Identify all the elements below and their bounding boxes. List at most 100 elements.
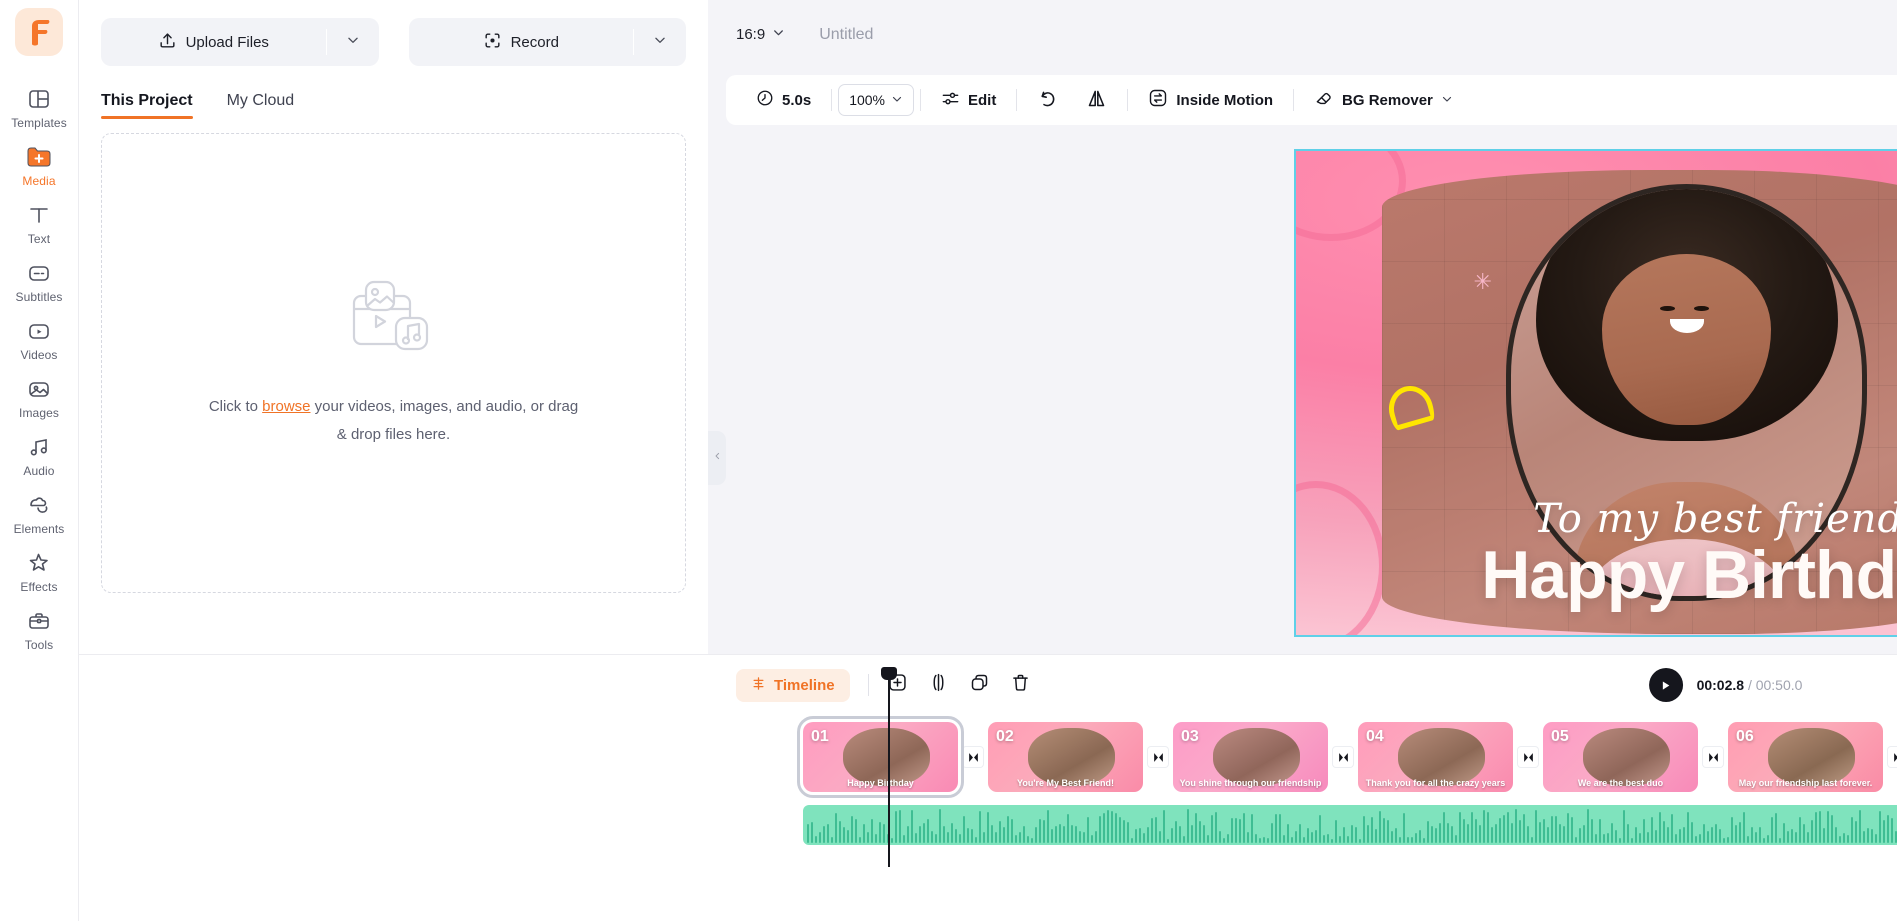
timeline-tool-buttons <box>887 672 1031 698</box>
sidebar-label: Effects <box>20 580 58 594</box>
video-icon <box>27 317 51 345</box>
zoom-value: 100% <box>849 92 886 108</box>
transition-marker[interactable] <box>1888 747 1897 767</box>
aspect-ratio-selector[interactable]: 16:9 <box>736 26 785 43</box>
record-main[interactable]: Record <box>409 18 634 66</box>
upload-files-main[interactable]: Upload Files <box>101 18 326 66</box>
preview-eye-left <box>1659 305 1675 311</box>
video-track: 01 Happy Birthday 02 You're My Best Friend!… <box>708 715 1897 799</box>
duration-control[interactable]: 5.0s <box>742 82 825 118</box>
timeline-clip[interactable]: 02 You're My Best Friend! <box>988 722 1143 792</box>
sidebar-item-text[interactable]: Text <box>5 194 73 252</box>
duplicate-clip-button[interactable] <box>969 672 990 698</box>
upload-dropdown-toggle[interactable] <box>327 18 379 66</box>
toolbar-sep-4 <box>1127 89 1129 111</box>
bg-remover-button[interactable]: BG Remover <box>1300 82 1467 118</box>
timeline-clip[interactable]: 01 Happy Birthday <box>797 716 964 798</box>
transition-marker[interactable] <box>1148 747 1168 767</box>
sidebar-label: Templates <box>11 116 67 130</box>
dropzone-line2: & drop files here. <box>336 425 451 443</box>
audio-note-icon <box>27 433 51 461</box>
video-preview-stage[interactable]: ✳ ✳ To my best friend, Happy Birthday <box>1293 148 1897 637</box>
top-header-bar: 16:9 Untitled <box>708 0 1897 69</box>
delete-track-button[interactable] <box>1010 672 1031 698</box>
audio-track[interactable] <box>803 805 1897 845</box>
chevron-down-icon <box>653 33 667 52</box>
subtitles-icon <box>27 259 51 287</box>
timeline-clip[interactable]: 05 We are the best duo <box>1543 722 1698 792</box>
record-button[interactable]: Record <box>408 18 686 66</box>
image-icon <box>27 375 51 403</box>
transition-marker[interactable] <box>1703 747 1723 767</box>
elements-icon <box>27 491 51 519</box>
media-action-buttons: Upload Files Record <box>101 18 686 66</box>
clip-number: 05 <box>1551 728 1569 745</box>
chevron-down-icon <box>891 92 903 108</box>
timeline-tracks: 01 Happy Birthday 02 You're My Best Friend!… <box>708 667 1897 867</box>
toolbar-sep-5 <box>1293 89 1295 111</box>
edit-label: Edit <box>968 91 997 109</box>
timeline-clip[interactable]: 04 Thank you for all the crazy years <box>1358 722 1513 792</box>
sidebar-label: Text <box>27 232 51 246</box>
split-clip-button[interactable] <box>928 672 949 698</box>
browse-link[interactable]: browse <box>262 398 310 415</box>
timeline-section: Timeline 00:02.8 / 00:50.0 01 Happy Birt… <box>708 654 1897 921</box>
sidebar-item-audio[interactable]: Audio <box>5 426 73 484</box>
timeline-clip[interactable]: 03 You shine through our friendship <box>1173 722 1328 792</box>
toolbar-sep-1 <box>831 89 833 111</box>
playhead[interactable] <box>881 667 897 867</box>
play-button[interactable] <box>1648 668 1683 702</box>
tab-my-cloud[interactable]: My Cloud <box>227 92 295 119</box>
video-editor-app: Templates Media Text Subtitles Videos Im… <box>0 0 1897 921</box>
sidebar-item-elements[interactable]: Elements <box>5 484 73 542</box>
sidebar-label: Audio <box>23 464 55 478</box>
clip-number: 01 <box>811 728 829 745</box>
timeline-chip-label: Timeline <box>774 676 835 694</box>
rotate-button[interactable] <box>1023 82 1072 118</box>
clip-number: 02 <box>996 728 1014 745</box>
sidebar-label: Subtitles <box>15 290 63 304</box>
sidebar-item-effects[interactable]: Effects <box>5 542 73 600</box>
upload-files-label: Upload Files <box>185 33 269 51</box>
sidebar-item-videos[interactable]: Videos <box>5 310 73 368</box>
clock-icon <box>756 89 774 111</box>
sidebar-label: Elements <box>13 522 65 536</box>
sidebar-item-tools[interactable]: Tools <box>5 600 73 658</box>
inside-motion-label: Inside Motion <box>1176 91 1274 109</box>
duration-value: 5.0s <box>782 91 812 109</box>
sidebar-label: Tools <box>24 638 54 652</box>
timeline-mode-chip[interactable]: Timeline <box>736 668 850 702</box>
inside-motion-button[interactable]: Inside Motion <box>1134 82 1287 118</box>
sidebar-item-images[interactable]: Images <box>5 368 73 426</box>
record-icon <box>483 31 502 54</box>
aspect-ratio-value: 16:9 <box>736 26 766 43</box>
timeline-toolbar-sep <box>867 674 869 696</box>
project-title[interactable]: Untitled <box>819 26 873 44</box>
panel-collapse-handle[interactable] <box>708 431 726 485</box>
clip-toolbar-wrapper: 5.0s 100% Edit Inside Motion BG Remover <box>708 69 1897 131</box>
tab-this-project[interactable]: This Project <box>101 92 193 119</box>
sidebar-item-media[interactable]: Media <box>5 136 73 194</box>
split-icon <box>933 673 944 692</box>
record-dropdown-toggle[interactable] <box>634 18 686 66</box>
clip-caption: You shine through our friendship <box>1179 778 1322 788</box>
clip-caption: Happy Birthday <box>847 778 914 788</box>
media-panel: Upload Files Record This Project My Clou… <box>79 0 708 921</box>
app-logo[interactable] <box>15 8 63 56</box>
duplicate-icon <box>971 674 987 691</box>
zoom-level-selector[interactable]: 100% <box>838 84 915 116</box>
transition-marker[interactable] <box>963 747 983 767</box>
flip-button[interactable] <box>1072 82 1121 118</box>
dropzone-prefix: Click to <box>208 397 263 415</box>
timeline-clip[interactable]: 06 May our friendship last forever. <box>1728 722 1883 792</box>
preview-captions: To my best friend, Happy Birthday <box>1296 496 1897 611</box>
transition-marker[interactable] <box>1518 747 1538 767</box>
upload-files-button[interactable]: Upload Files <box>101 18 379 66</box>
sidebar-item-templates[interactable]: Templates <box>5 78 73 136</box>
dropzone-suffix: your videos, images, and audio, or drag <box>310 397 579 415</box>
transition-marker[interactable] <box>1333 747 1353 767</box>
sparkle-doodle-icon: ✳ <box>1473 268 1492 294</box>
sidebar-item-subtitles[interactable]: Subtitles <box>5 252 73 310</box>
media-dropzone[interactable]: Click to browse your videos, images, and… <box>101 133 686 593</box>
edit-button[interactable]: Edit <box>927 82 1010 118</box>
